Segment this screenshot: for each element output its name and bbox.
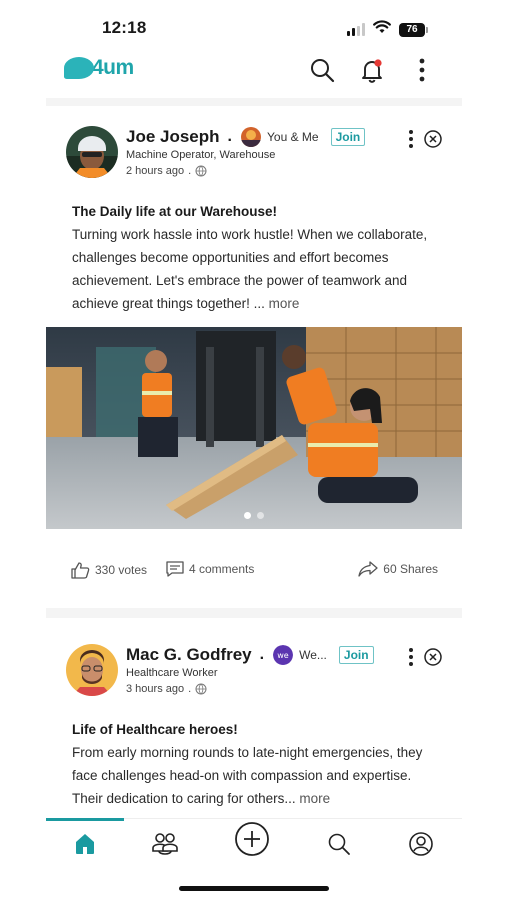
author-role: Healthcare Worker <box>126 667 218 679</box>
logo-text: 4um <box>92 56 134 79</box>
post-body: From early morning rounds to late-night … <box>46 741 462 810</box>
status-time: 12:18 <box>102 18 147 37</box>
post-body-text: Turning work hassle into work hustle! Wh… <box>72 227 428 311</box>
post-body-text: From early morning rounds to late-night … <box>72 745 423 806</box>
post-stats: 330 votes 4 comments 60 Shares <box>46 553 462 593</box>
app-header: 4um <box>46 52 462 90</box>
author-name[interactable]: Mac G. Godfrey <box>126 645 252 665</box>
header-divider <box>46 98 462 106</box>
status-bar: 12:18 76 <box>0 0 507 50</box>
post-title: The Daily life at our Warehouse! <box>72 204 278 219</box>
avatar[interactable] <box>66 644 118 696</box>
share-arrow-icon <box>358 561 378 577</box>
globe-icon <box>195 165 207 177</box>
nav-community[interactable] <box>150 829 180 859</box>
post-image[interactable] <box>46 327 462 529</box>
section-divider <box>46 608 462 618</box>
post-title: Life of Healthcare heroes! <box>72 722 238 737</box>
nav-search[interactable] <box>324 829 354 859</box>
group-name[interactable]: We... <box>299 648 327 662</box>
author-line: Mac G. Godfrey . we We... Join <box>126 644 374 666</box>
wifi-icon <box>373 20 391 39</box>
post-body: Turning work hassle into work hustle! Wh… <box>46 223 462 315</box>
battery-icon: 76 <box>399 22 428 37</box>
group-avatar-icon[interactable] <box>241 127 261 147</box>
comment-count: 4 comments <box>189 562 255 576</box>
cellular-signal-icon <box>347 23 365 36</box>
nav-create-post[interactable] <box>232 819 272 859</box>
separator-dot: . <box>188 165 192 177</box>
search-icon <box>328 833 350 855</box>
author-role: Machine Operator, Warehouse <box>126 149 276 161</box>
separator-dot: . <box>259 646 265 663</box>
svg-text:we: we <box>277 651 289 660</box>
group-name[interactable]: You & Me <box>267 130 319 144</box>
comment-icon <box>166 561 184 577</box>
avatar[interactable] <box>66 126 118 178</box>
carousel-dots[interactable] <box>244 512 264 519</box>
search-icon <box>311 59 335 83</box>
logo-bubble-icon <box>64 57 94 79</box>
profile-icon <box>409 832 433 856</box>
post-menu-button[interactable] <box>404 128 418 150</box>
post-card[interactable]: Joe Joseph . You & Me Join Machine Opera… <box>46 118 462 593</box>
status-icons: 76 <box>347 20 428 39</box>
author-line: Joe Joseph . You & Me Join <box>126 126 366 148</box>
nav-active-indicator <box>46 818 124 821</box>
separator-dot: . <box>227 128 232 145</box>
more-options-button[interactable] <box>408 56 436 84</box>
share-button[interactable]: 60 Shares <box>358 561 438 577</box>
group-avatar-icon[interactable]: we <box>273 645 294 665</box>
bottom-nav <box>46 818 462 872</box>
post-time: 2 hours ago <box>126 165 185 177</box>
close-icon[interactable] <box>424 648 442 666</box>
separator-dot: . <box>188 683 192 695</box>
vertical-dots-icon <box>419 58 425 82</box>
vote-count: 330 votes <box>95 563 148 577</box>
post-header: Mac G. Godfrey . we We... Join Healthcar… <box>46 636 462 706</box>
globe-icon <box>195 683 207 695</box>
read-more-link[interactable]: more <box>299 791 330 806</box>
bell-icon <box>362 59 382 83</box>
vote-button[interactable]: 330 votes <box>70 561 147 579</box>
read-more-link[interactable]: more <box>269 296 300 311</box>
author-block: Mac G. Godfrey . we We... Join Healthcar… <box>126 644 374 695</box>
nav-profile[interactable] <box>406 829 436 859</box>
nav-home[interactable] <box>70 829 100 859</box>
join-group-button[interactable]: Join <box>330 128 366 146</box>
community-icon <box>152 833 178 855</box>
thumbs-up-icon <box>71 562 90 579</box>
home-icon <box>76 834 94 854</box>
create-post-icon <box>235 822 269 856</box>
post-time: 3 hours ago <box>126 683 185 695</box>
post-time-line: 3 hours ago . <box>126 683 374 695</box>
join-group-button[interactable]: Join <box>338 646 374 664</box>
author-block: Joe Joseph . You & Me Join Machine Opera… <box>126 126 366 177</box>
author-name[interactable]: Joe Joseph <box>126 127 220 147</box>
post-card[interactable]: Mac G. Godfrey . we We... Join Healthcar… <box>46 636 462 810</box>
post-menu-button[interactable] <box>404 646 418 668</box>
home-indicator[interactable] <box>179 886 329 891</box>
post-header: Joe Joseph . You & Me Join Machine Opera… <box>46 118 462 188</box>
search-button[interactable] <box>308 56 336 84</box>
close-icon[interactable] <box>424 130 442 148</box>
app-logo[interactable]: 4um <box>64 56 134 80</box>
share-count: 60 Shares <box>383 562 438 576</box>
notifications-button[interactable] <box>358 56 386 84</box>
comments-button[interactable]: 4 comments <box>166 561 254 577</box>
post-time-line: 2 hours ago . <box>126 165 365 177</box>
header-actions <box>308 56 436 84</box>
